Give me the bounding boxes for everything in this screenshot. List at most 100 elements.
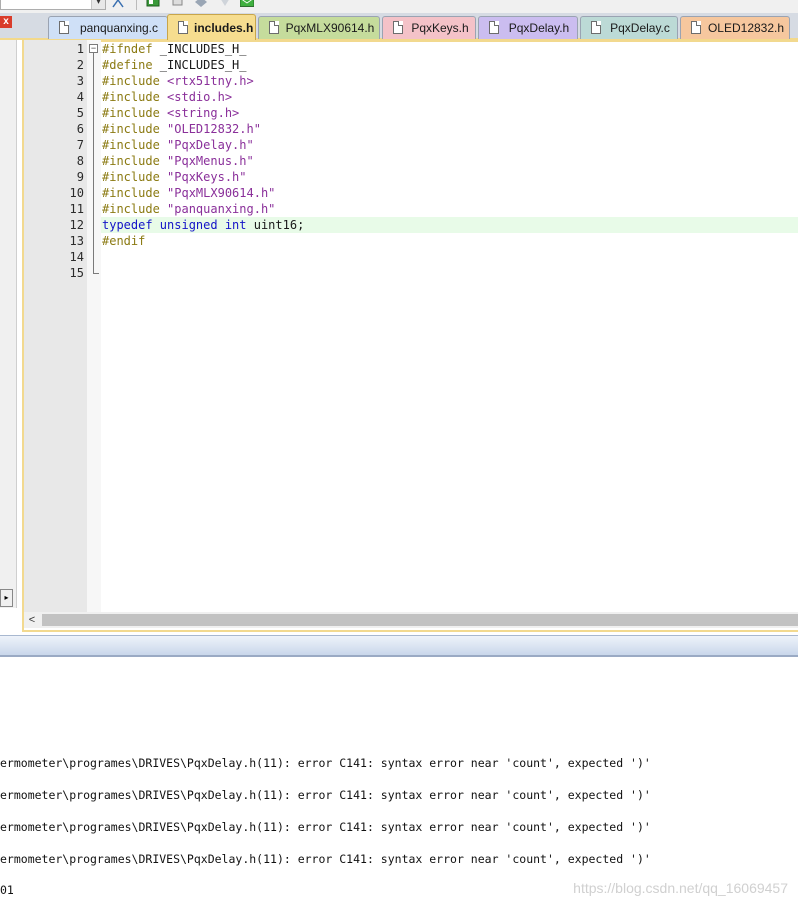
code-token: typedef [102,218,160,232]
tab-label: PqxDelay.h [508,21,570,35]
tab-panquanxing-c[interactable]: panquanxing.c [48,16,168,39]
file-icon [393,21,403,34]
code-token: uint16; [253,218,305,232]
file-icon [269,21,279,34]
code-token: #ifndef [102,42,153,56]
tab-oled12832-h[interactable]: OLED12832.h [680,16,790,39]
mail-icon[interactable] [240,0,254,9]
scrollbar-thumb[interactable] [42,614,798,626]
output-line: 01 [0,883,14,897]
code-token: unsigned [159,218,225,232]
code-token: #define [102,58,153,72]
file-icon [178,21,188,34]
project-pane-edge [0,40,17,608]
code-line[interactable]: #include "PqxMLX90614.h" [102,185,275,201]
tab-label: OLED12832.h [707,21,785,35]
code-line[interactable]: #include "PqxMenus.h" [102,153,254,169]
code-line[interactable]: #include "PqxDelay.h" [102,137,254,153]
line-number: 2 [76,58,84,72]
code-token: _INCLUDES_H_ [152,58,247,72]
code-token: #include [102,138,168,152]
code-token: "panquanxing.h" [167,202,276,216]
file-icon [691,21,701,34]
output-line: ermometer\programes\DRIVES\PqxDelay.h(11… [0,756,651,770]
tab-label: PqxKeys.h [411,21,469,35]
line-number: 7 [76,138,84,152]
tab-pqxkeys-h[interactable]: PqxKeys.h [382,16,476,39]
toolbar: ▾ [0,0,798,13]
line-number: 14 [69,250,84,264]
code-line[interactable]: #endif [102,233,145,249]
target-combo[interactable]: ▾ [0,0,106,10]
window-icon[interactable] [146,0,160,9]
tab-pqxmlx90614-h[interactable]: PqxMLX90614.h [258,16,380,39]
toolbar-separator [136,0,137,10]
code-token: "OLED12832.h" [167,122,261,136]
tab-pqxdelay-c[interactable]: PqxDelay.c [580,16,678,39]
code-token: #include [102,202,168,216]
tab-label: PqxMLX90614.h [285,21,375,35]
line-number: 8 [76,154,84,168]
code-token: <stdio.h> [167,90,233,104]
code-line[interactable]: #include <string.h> [102,105,239,121]
copy-icon[interactable] [171,0,185,9]
line-number: 1 [76,42,84,56]
fold-guide [93,53,94,274]
code-token: #include [102,186,168,200]
scroll-left-icon[interactable]: < [24,612,40,628]
code-line[interactable]: typedef unsigned int uint16; [102,217,304,233]
code-line[interactable]: #define _INCLUDES_H_ [102,57,247,73]
line-number: 3 [76,74,84,88]
code-token: #include [102,170,168,184]
code-token: #include [102,154,168,168]
fold-toggle-icon[interactable]: − [89,44,98,53]
code-token: "PqxKeys.h" [167,170,247,184]
file-icon [59,21,69,34]
code-token: "PqxMLX90614.h" [167,186,276,200]
output-line: ermometer\programes\DRIVES\PqxDelay.h(11… [0,788,651,802]
diamond-icon[interactable] [194,0,208,9]
close-icon[interactable]: x [0,16,12,28]
arrow-down-icon[interactable] [218,0,232,9]
code-token: #endif [102,234,146,248]
code-token: "PqxDelay.h" [167,138,254,152]
code-token: <rtx51tny.h> [167,74,254,88]
code-token: "PqxMenus.h" [167,154,254,168]
chevron-down-icon[interactable]: ▾ [91,0,105,9]
tab-includes-h[interactable]: includes.h [167,14,256,41]
line-number: 9 [76,170,84,184]
watermark: https://blog.csdn.net/qq_16069457 [573,880,788,896]
line-number: 5 [76,106,84,120]
tab-label: PqxDelay.c [610,21,670,35]
code-token: #include [102,90,168,104]
output-line: ermometer\programes\DRIVES\PqxDelay.h(11… [0,820,651,834]
line-number: 10 [69,186,84,200]
scroll-right-icon[interactable]: ▸ [0,589,13,607]
code-line[interactable]: #include "OLED12832.h" [102,121,261,137]
tab-label: includes.h [194,21,254,35]
line-number: 13 [69,234,84,248]
code-token: #include [102,122,168,136]
network-icon[interactable] [111,0,125,9]
code-line[interactable]: #include "PqxKeys.h" [102,169,247,185]
fold-guide-end [93,273,99,274]
output-pane-header [0,635,798,657]
code-line[interactable]: #include <rtx51tny.h> [102,73,254,89]
code-token: <string.h> [167,106,240,120]
line-number: 12 [69,218,84,232]
file-icon [591,21,601,34]
code-token: _INCLUDES_H_ [152,42,247,56]
code-token: int [224,218,254,232]
fold-margin [87,40,101,612]
line-number: 11 [69,202,84,216]
output-line: ermometer\programes\DRIVES\PqxDelay.h(11… [0,852,651,866]
code-line[interactable]: #include <stdio.h> [102,89,232,105]
code-token: #include [102,74,168,88]
code-line[interactable]: #ifndef _INCLUDES_H_ [102,41,247,57]
tab-pqxdelay-h[interactable]: PqxDelay.h [478,16,578,39]
line-number: 6 [76,122,84,136]
code-line[interactable]: #include "panquanxing.h" [102,201,275,217]
line-number: 4 [76,90,84,104]
code-token: #include [102,106,168,120]
line-number: 15 [69,266,84,280]
